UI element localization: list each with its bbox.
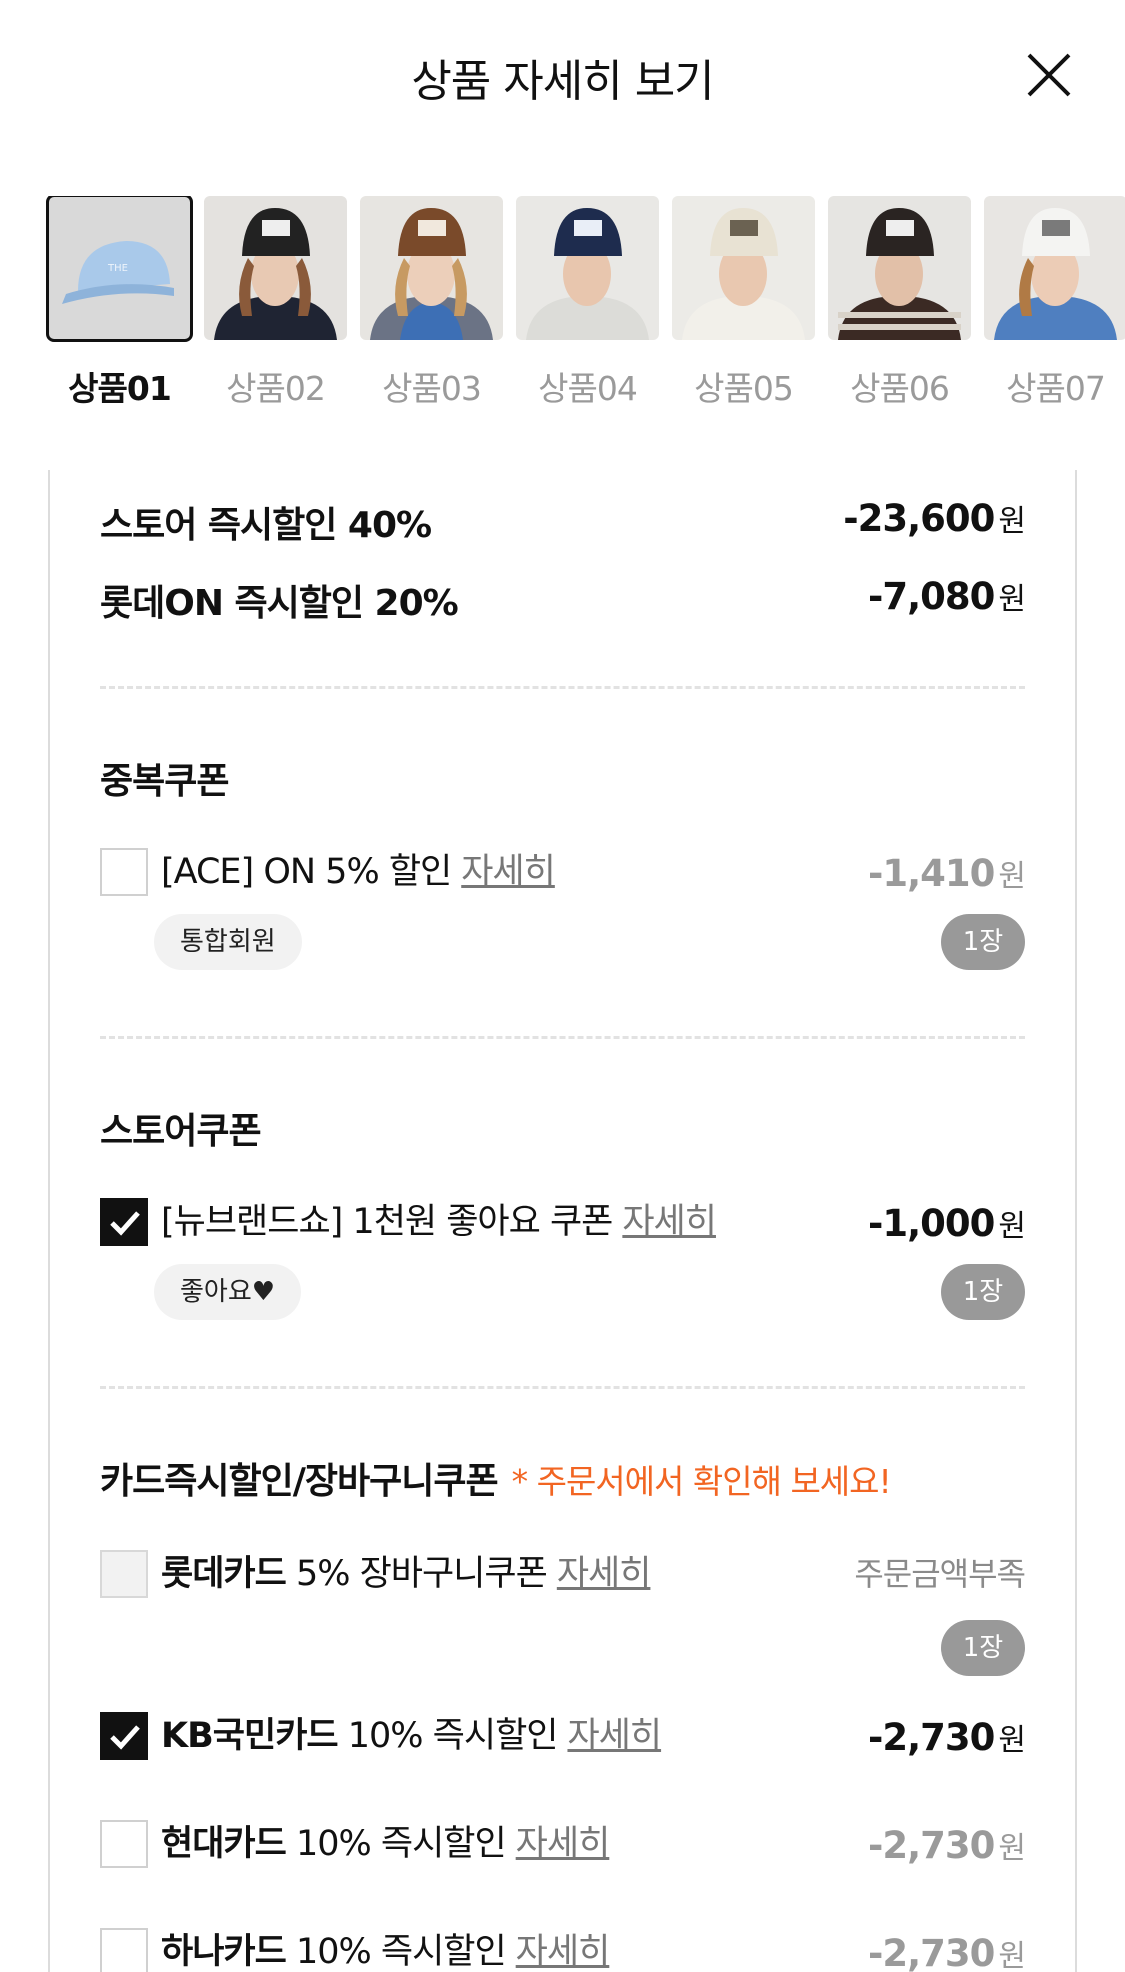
coupon-count-badge: 1장 [941, 1620, 1025, 1676]
card-coupon-row[interactable]: 현대카드 10% 즉시할인 자세히 -2,730 원 [100, 1820, 1026, 1868]
coupon-name: 현대카드 10% 즉시할인 자세히 [161, 1824, 611, 1864]
discount-panel: 스토어 즉시할인 40% -23,600 원 롯데ON 즉시할인 20% -7,0… [48, 470, 1077, 1972]
product-image [984, 196, 1125, 340]
coupon-name: 롯데카드 5% 장바구니쿠폰 자세히 [161, 1554, 652, 1594]
thumbnail-label: 상품03 [382, 369, 482, 408]
detail-link[interactable]: 자세히 [557, 1554, 652, 1594]
discount-amount: -23,600 원 [843, 497, 1026, 540]
coupon-count-badge: 1장 [941, 1264, 1025, 1320]
check-icon [110, 1725, 140, 1750]
coupon-checkbox[interactable] [100, 1712, 148, 1760]
divider [100, 1036, 1025, 1039]
discount-amount: -7,080 원 [868, 575, 1026, 618]
close-icon [1027, 53, 1071, 97]
thumbnail-label: 상품04 [538, 369, 638, 408]
instant-discount-row: 롯데ON 즉시할인 20% -7,080 원 [100, 574, 1026, 624]
coupon-amount: -1,000 원 [868, 1202, 1026, 1245]
coupon-checkbox[interactable] [100, 1198, 148, 1246]
coupon-status: 주문금액부족 [854, 1555, 1026, 1593]
product-thumbnail[interactable]: 상품05 [672, 196, 815, 410]
coupon-checkbox[interactable] [100, 1928, 148, 1972]
thumbnail-label: 상품01 [68, 369, 172, 408]
close-button[interactable] [1024, 50, 1074, 100]
coupon-tag: 통합회원 [154, 914, 302, 970]
coupon-name: [뉴브랜드쇼] 1천원 좋아요 쿠폰 자세히 [161, 1202, 717, 1242]
thumbnail-label: 상품07 [1006, 369, 1106, 408]
section-title-store-coupon: 스토어쿠폰 [100, 1111, 262, 1152]
product-image: THE [46, 196, 193, 342]
coupon-checkbox[interactable] [100, 848, 148, 896]
coupon-amount: -2,730 원 [868, 1932, 1026, 1972]
product-image [360, 196, 503, 340]
detail-link[interactable]: 자세히 [516, 1932, 611, 1972]
detail-link[interactable]: 자세히 [622, 1202, 717, 1242]
card-coupon-row: 롯데카드 5% 장바구니쿠폰 자세히 주문금액부족 1장 [100, 1550, 1026, 1680]
coupon-count-badge: 1장 [941, 914, 1025, 970]
detail-link[interactable]: 자세히 [516, 1824, 611, 1864]
product-image [672, 196, 815, 340]
divider [100, 1386, 1025, 1389]
thumbnail-label: 상품02 [226, 369, 326, 408]
coupon-amount: -2,730 원 [868, 1716, 1026, 1759]
coupon-name: 하나카드 10% 즉시할인 자세히 [161, 1932, 611, 1972]
coupon-checkbox[interactable] [100, 1820, 148, 1868]
product-thumbnail-strip[interactable]: THE 상품01 상품02 상품03 상품04 상품05 상품06 상품07 [0, 196, 1125, 416]
divider [100, 686, 1025, 689]
coupon-amount: -1,410 원 [868, 852, 1026, 895]
section-title-duplicate-coupon: 중복쿠폰 [100, 761, 229, 802]
instant-discount-row: 스토어 즉시할인 40% -23,600 원 [100, 496, 1026, 546]
modal-header: 상품 자세히 보기 [0, 0, 1125, 150]
product-image [516, 196, 659, 340]
coupon-row[interactable]: [뉴브랜드쇼] 1천원 좋아요 쿠폰 자세히 -1,000 원 좋아요♥ 1장 [100, 1198, 1026, 1328]
coupon-name: KB국민카드 10% 즉시할인 자세히 [161, 1716, 662, 1756]
detail-link[interactable]: 자세히 [461, 852, 556, 892]
detail-link[interactable]: 자세히 [567, 1716, 662, 1756]
card-coupon-row[interactable]: KB국민카드 10% 즉시할인 자세히 -2,730 원 [100, 1712, 1026, 1760]
thumbnail-label: 상품06 [850, 369, 950, 408]
card-coupon-row[interactable]: 하나카드 10% 즉시할인 자세히 -2,730 원 [100, 1928, 1026, 1972]
coupon-row[interactable]: [ACE] ON 5% 할인 자세히 -1,410 원 통합회원 1장 [100, 848, 1026, 978]
product-thumbnail[interactable]: THE 상품01 [46, 196, 193, 410]
product-thumbnail[interactable]: 상품03 [360, 196, 503, 410]
product-thumbnail[interactable]: 상품07 [984, 196, 1125, 410]
product-image [204, 196, 347, 340]
product-thumbnail[interactable]: 상품04 [516, 196, 659, 410]
svg-text:THE: THE [107, 263, 128, 274]
thumbnail-label: 상품05 [694, 369, 794, 408]
coupon-tag: 좋아요♥ [154, 1264, 302, 1320]
coupon-amount: -2,730 원 [868, 1824, 1026, 1867]
product-thumbnail[interactable]: 상품06 [828, 196, 971, 410]
coupon-name: [ACE] ON 5% 할인 자세히 [161, 852, 556, 892]
product-thumbnail[interactable]: 상품02 [204, 196, 347, 410]
card-notice: * 주문서에서 확인해 보세요! [511, 1462, 892, 1501]
product-image [828, 196, 971, 340]
check-icon [110, 1211, 140, 1236]
section-title-card: 카드즉시할인/장바구니쿠폰 * 주문서에서 확인해 보세요! [100, 1461, 892, 1502]
coupon-checkbox [100, 1550, 148, 1598]
page-title: 상품 자세히 보기 [411, 56, 714, 107]
